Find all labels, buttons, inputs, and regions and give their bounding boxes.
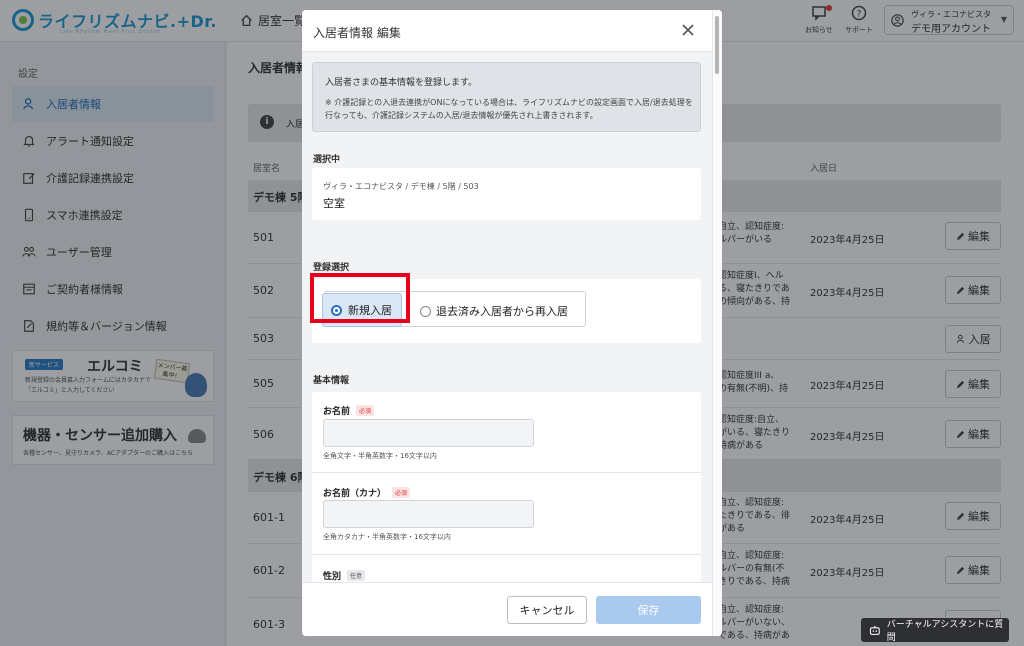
notice-sub-text: ※ 介護記録との入退去連携がONになっている場合は、ライフリズムナビの設定画面で… [325,98,693,120]
virtual-assistant-button[interactable]: バーチャルアシスタントに質問 [861,618,1009,643]
field-divider [312,472,701,473]
robot-icon [869,625,880,635]
notice-main-text: 入居者さまの基本情報を登録します。 [325,78,478,88]
modal-body: 入居者さまの基本情報を登録します。 ※ 介護記録との入退去連携がONになっている… [302,52,712,582]
radio-re-move-in[interactable]: 退去済み入居者から再入居 [420,303,568,319]
kana-field-label: お名前（カナ） 必須 [323,486,411,499]
notice-box: 入居者さまの基本情報を登録します。 ※ 介護記録との入退去連携がONになっている… [312,62,701,132]
gender-label-text: 性別 [323,572,342,582]
register-section-label: 登録選択 [313,263,350,273]
optional-badge: 任意 [347,570,366,581]
virtual-assistant-label: バーチャルアシスタントに質問 [886,620,1004,643]
name-input[interactable] [323,419,534,447]
name-label-text: お名前 [323,407,351,417]
modal-header: 入居者情報 編集 [302,10,722,52]
radio-re-move-in-label: 退去済み入居者から再入居 [436,305,568,318]
highlight-annotation [310,273,410,323]
selected-section-label: 選択中 [313,155,341,165]
modal-footer: キャンセル 保存 [302,582,712,636]
selected-room-status: 空室 [323,197,345,210]
radio-unselected-icon [420,305,431,317]
cancel-button[interactable]: キャンセル [507,596,587,624]
close-icon[interactable] [679,21,697,39]
modal-scrollbar-thumb[interactable] [715,16,719,74]
modal-title: 入居者情報 編集 [313,26,401,40]
resident-edit-modal: 入居者情報 編集 入居者さまの基本情報を登録します。 ※ 介護記録との入退去連携… [302,10,722,636]
required-badge: 必須 [392,487,411,498]
modal-scrollbar[interactable] [712,10,722,636]
kana-label-text: お名前（カナ） [323,489,387,499]
selected-room-card: ヴィラ・エコナビスタ / デモ棟 / 5階 / 503 空室 [312,168,701,220]
gender-field-label: 性別 任意 [323,569,366,582]
basic-info-section-label: 基本情報 [313,376,350,386]
save-button[interactable]: 保存 [596,596,701,624]
field-divider [312,554,701,555]
basic-info-card: お名前 必須 全角文字・半角英数字・16文字以内 お名前（カナ） 必須 全角カタ… [312,392,701,582]
required-badge: 必須 [356,405,375,416]
name-field-label: お名前 必須 [323,404,375,417]
name-hint: 全角文字・半角英数字・16文字以内 [323,452,437,460]
kana-hint: 全角カタカナ・半角英数字・16文字以内 [323,533,451,541]
selected-room-path: ヴィラ・エコナビスタ / デモ棟 / 5階 / 503 [323,182,479,191]
kana-input[interactable] [323,500,534,528]
